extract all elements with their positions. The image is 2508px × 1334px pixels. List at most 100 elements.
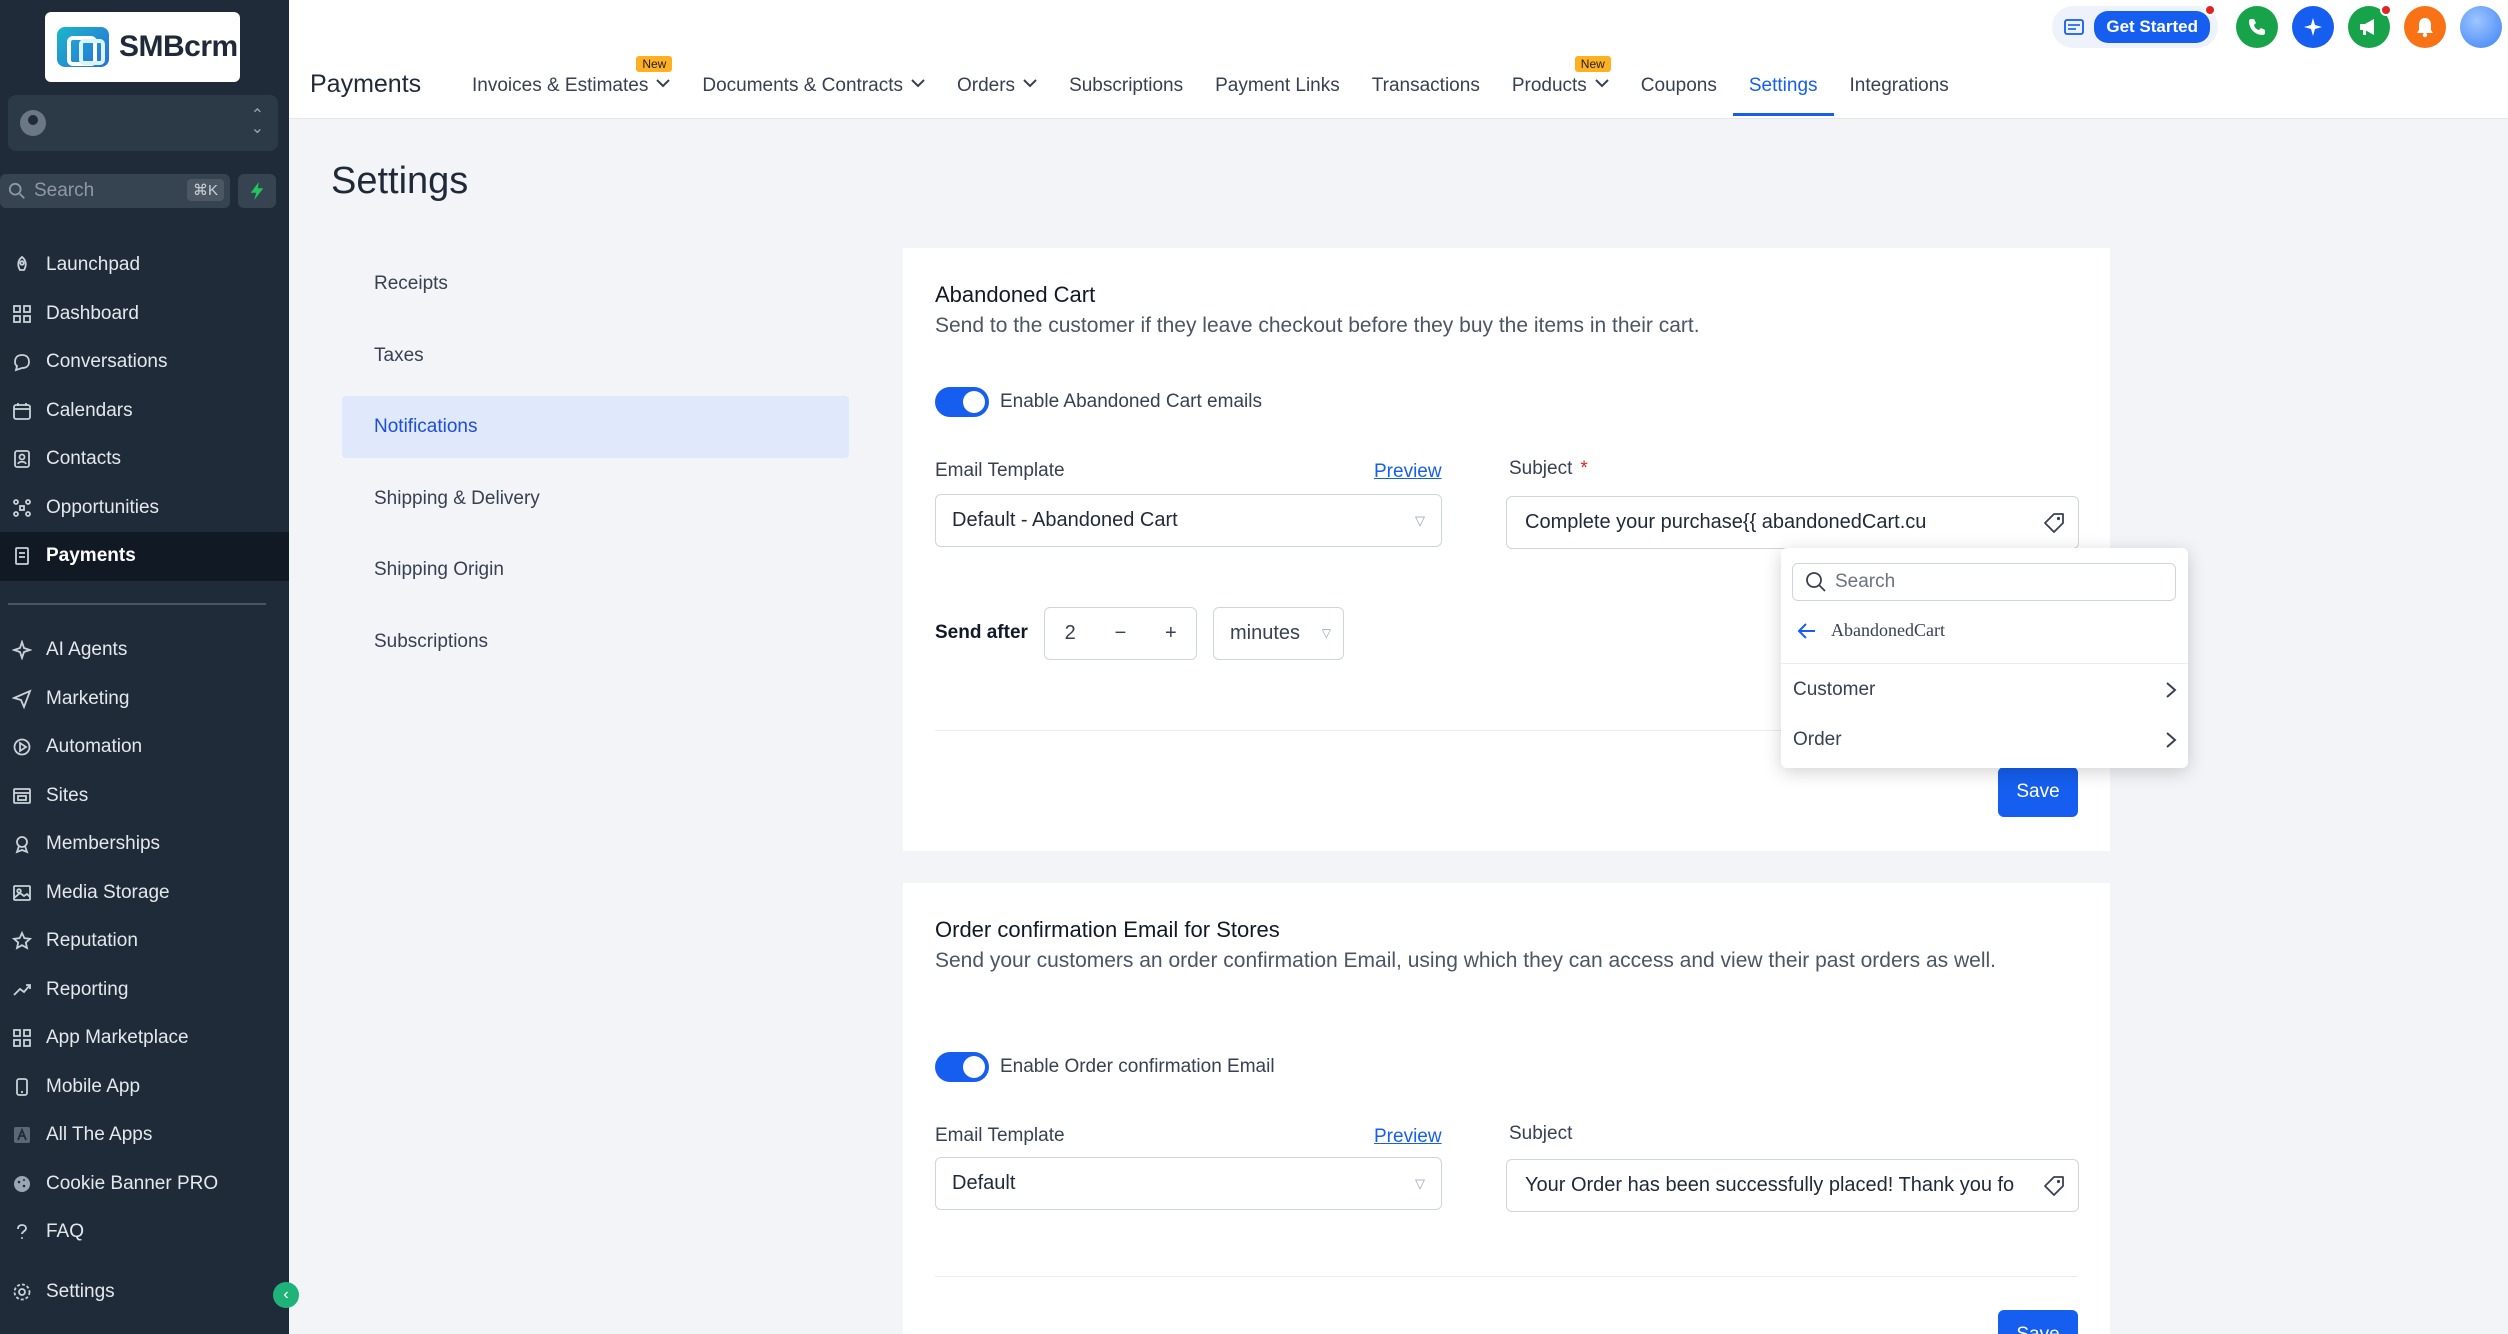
sidebar-item-marketing[interactable]: Marketing (0, 675, 289, 724)
announcements-button[interactable] (2348, 4, 2392, 48)
avatar[interactable] (2460, 6, 2502, 48)
sidebar-item-reporting[interactable]: Reporting (0, 966, 289, 1015)
tab-subscriptions[interactable]: Subscriptions (1053, 60, 1199, 116)
settings-nav-receipts[interactable]: Receipts (342, 253, 849, 315)
tag-icon[interactable] (2042, 511, 2066, 535)
popover-item-customer[interactable]: Customer (1793, 670, 2177, 710)
email-template-select[interactable]: Default - Abandoned Cart ▽ (935, 494, 1442, 547)
location-switcher[interactable]: ⌃ ⌄ (8, 95, 278, 151)
sidebar-search-placeholder: Search (34, 180, 95, 201)
chevron-down-icon: ▽ (1415, 1176, 1425, 1191)
plus-icon[interactable]: + (1146, 622, 1196, 645)
send-after-unit-select[interactable]: minutes ▽ (1213, 607, 1344, 660)
minus-icon[interactable]: − (1095, 622, 1145, 645)
order-confirmation-toggle[interactable] (935, 1052, 989, 1082)
sidebar-divider (8, 603, 266, 605)
tag-icon[interactable] (2042, 1174, 2066, 1198)
sidebar-item-calendars[interactable]: Calendars (0, 387, 289, 436)
get-started-pill[interactable]: Get Started (2052, 4, 2218, 48)
settings-nav-shipping-delivery[interactable]: Shipping & Delivery (342, 468, 849, 530)
sidebar-item-conversations[interactable]: Conversations (0, 338, 289, 387)
settings-nav-shipping-origin[interactable]: Shipping Origin (342, 539, 849, 601)
tab-coupons[interactable]: Coupons (1625, 60, 1733, 116)
collapse-sidebar-button[interactable]: ‹ (273, 1282, 299, 1308)
subject-input[interactable]: Your Order has been successfully placed!… (1506, 1159, 2079, 1212)
email-template-label: Email Template (935, 1125, 1065, 1146)
notification-dot (2204, 4, 2216, 16)
abandoned-cart-toggle[interactable] (935, 387, 989, 417)
sidebar-item-cookie-banner-pro[interactable]: Cookie Banner PRO (0, 1160, 289, 1209)
sidebar-item-label: Contacts (46, 448, 121, 470)
sidebar-item-media-storage[interactable]: Media Storage (0, 869, 289, 918)
notifications-button[interactable] (2404, 6, 2446, 48)
ai-assistant-button[interactable] (2292, 6, 2334, 48)
app-logo[interactable]: SMBcrm (45, 12, 240, 82)
tab-payment-links[interactable]: Payment Links (1199, 60, 1356, 116)
sidebar-item-opportunities[interactable]: Opportunities (0, 484, 289, 533)
sidebar: SMBcrm ⌃ ⌄ Search ⌘K Launchpad Dashboard Co… (0, 0, 299, 1334)
popover-search-input[interactable]: Search (1792, 563, 2176, 601)
chevron-right-icon (2166, 732, 2177, 748)
search-shortcut: ⌘K (186, 179, 224, 201)
tab-label: Subscriptions (1069, 75, 1184, 96)
sidebar-item-mobile-app[interactable]: Mobile App (0, 1063, 289, 1112)
save-button[interactable]: Save (1998, 767, 2078, 817)
sidebar-item-contacts[interactable]: Contacts (0, 435, 289, 484)
award-icon (10, 832, 34, 856)
cookie-icon (10, 1172, 34, 1196)
sidebar-item-ai-agents[interactable]: AI Agents (0, 626, 289, 675)
sidebar-search[interactable]: Search ⌘K (0, 174, 230, 208)
sidebar-nav-secondary: AI Agents Marketing Automation Sites Members… (0, 626, 289, 1257)
notification-dot (2380, 4, 2392, 16)
sidebar-item-settings[interactable]: Settings (0, 1268, 289, 1317)
get-started-button[interactable]: Get Started (2094, 11, 2210, 43)
sidebar-item-label: All The Apps (46, 1124, 153, 1146)
tab-orders[interactable]: Orders (941, 60, 1053, 116)
megaphone-icon (2360, 19, 2374, 35)
send-after-value[interactable]: 2 (1045, 622, 1095, 645)
sidebar-item-payments[interactable]: Payments (0, 532, 289, 581)
search-icon (8, 182, 25, 199)
chat-icon (10, 350, 34, 374)
preview-link[interactable]: Preview (1374, 1126, 1442, 1148)
automation-icon (10, 735, 34, 759)
settings-nav-subscriptions[interactable]: Subscriptions (342, 611, 849, 673)
sidebar-item-memberships[interactable]: Memberships (0, 820, 289, 869)
sidebar-item-faq[interactable]: FAQ (0, 1208, 289, 1257)
sidebar-item-label: Conversations (46, 351, 168, 373)
quick-action-button[interactable] (238, 174, 276, 208)
sidebar-item-sites[interactable]: Sites (0, 772, 289, 821)
phone-icon (10, 1075, 34, 1099)
sidebar-item-reputation[interactable]: Reputation (0, 917, 289, 966)
chevron-down-icon (656, 75, 671, 91)
sidebar-item-automation[interactable]: Automation (0, 723, 289, 772)
tab-label: Transactions (1371, 75, 1480, 96)
tab-invoices-estimates[interactable]: Invoices & Estimates New (456, 56, 686, 116)
tab-integrations[interactable]: Integrations (1834, 60, 1965, 116)
preview-link[interactable]: Preview (1374, 461, 1442, 483)
save-button[interactable]: Save (1998, 1310, 2078, 1334)
sidebar-item-all-the-apps[interactable]: All The Apps (0, 1111, 289, 1160)
sidebar-item-dashboard[interactable]: Dashboard (0, 290, 289, 339)
tab-products[interactable]: Products New (1496, 56, 1625, 116)
sidebar-item-label: Cookie Banner PRO (46, 1172, 219, 1194)
send-after-unit-value: minutes (1230, 622, 1301, 644)
sidebar-item-launchpad[interactable]: Launchpad (0, 241, 289, 290)
rocket-icon (10, 253, 34, 277)
opportunities-icon (10, 496, 34, 520)
sidebar-nav-footer: Settings (0, 1268, 289, 1317)
send-after-stepper[interactable]: 2 − + (1044, 607, 1197, 660)
settings-nav-taxes[interactable]: Taxes (342, 325, 849, 387)
tab-documents-contracts[interactable]: Documents & Contracts (686, 60, 941, 116)
tab-settings[interactable]: Settings (1732, 60, 1834, 116)
popover-item-order[interactable]: Order (1793, 720, 2177, 760)
email-template-select[interactable]: Default ▽ (935, 1157, 1442, 1210)
phone-button[interactable] (2236, 6, 2278, 48)
sidebar-item-app-marketplace[interactable]: App Marketplace (0, 1014, 289, 1063)
subject-input[interactable]: Complete your purchase{{ abandonedCart.c… (1506, 496, 2079, 549)
abandoned-cart-description: Send to the customer if they leave check… (935, 314, 1700, 337)
popover-back-button[interactable]: AbandonedCart (1797, 620, 1945, 641)
settings-nav-notifications[interactable]: Notifications (342, 396, 849, 458)
tab-label: Orders (956, 75, 1016, 96)
tab-transactions[interactable]: Transactions (1356, 60, 1496, 116)
